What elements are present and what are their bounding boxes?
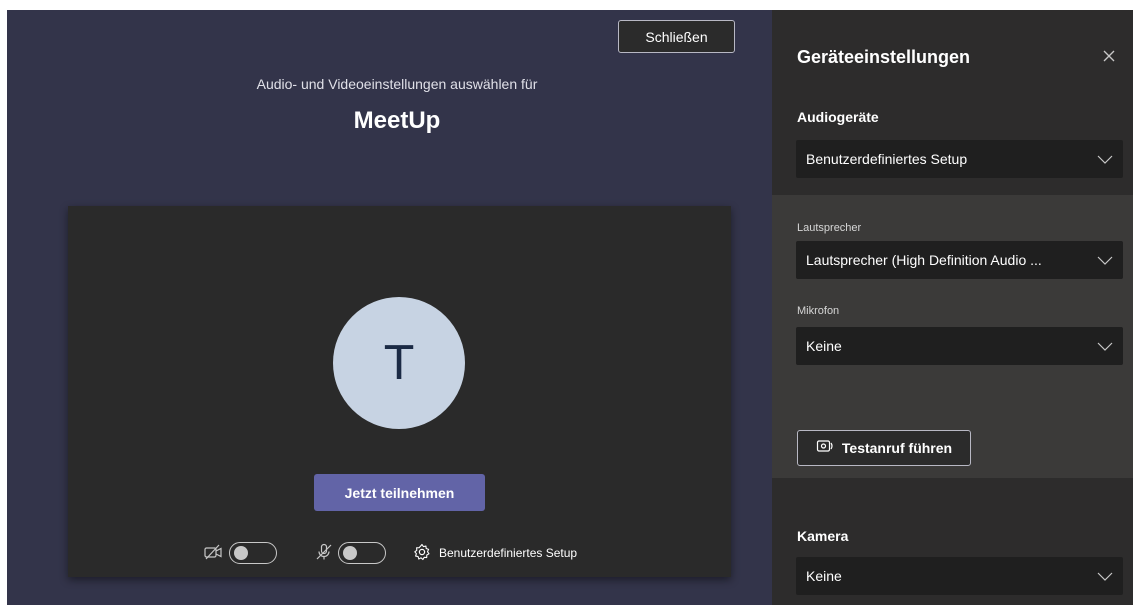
microphone-label: Mikrofon [797, 305, 840, 317]
audio-devices-value: Benutzerdefiniertes Setup [806, 151, 968, 167]
test-call-icon [816, 439, 834, 458]
chevron-down-icon [1097, 339, 1113, 353]
microphone-value: Keine [806, 338, 842, 354]
app-window: Schließen Audio- und Videoeinstellungen … [7, 10, 1133, 605]
microphone-dropdown[interactable]: Keine [796, 327, 1123, 365]
chevron-down-icon [1097, 569, 1113, 583]
camera-off-icon [203, 542, 223, 562]
test-call-label: Testanruf führen [841, 440, 953, 456]
close-button[interactable]: Schließen [618, 20, 735, 53]
panel-title: Geräteeinstellungen [797, 47, 971, 67]
mic-off-icon [314, 542, 334, 562]
chevron-down-icon [1097, 152, 1113, 166]
custom-setup-label: Benutzerdefiniertes Setup [439, 546, 578, 560]
camera-value: Keine [806, 568, 842, 584]
audio-devices-dropdown[interactable]: Benutzerdefiniertes Setup [796, 140, 1123, 178]
gear-icon [413, 543, 431, 564]
camera-dropdown[interactable]: Keine [796, 557, 1123, 595]
meeting-title: MeetUp [353, 107, 441, 134]
test-call-button[interactable]: Testanruf führen [797, 430, 971, 466]
device-settings-panel: Geräteeinstellungen Audiogeräte Benutzer… [772, 10, 1133, 605]
audio-subpanel: Lautsprecher Lautsprecher (High Definiti… [772, 195, 1133, 478]
speaker-dropdown[interactable]: Lautsprecher (High Definition Audio ... [796, 241, 1123, 279]
speaker-value: Lautsprecher (High Definition Audio ... [806, 252, 1042, 268]
prejoin-area: Schließen Audio- und Videoeinstellungen … [7, 10, 772, 605]
custom-setup-link[interactable]: Benutzerdefiniertes Setup [413, 541, 577, 565]
chevron-down-icon [1097, 253, 1113, 267]
join-now-button[interactable]: Jetzt teilnehmen [314, 474, 485, 511]
audio-devices-label: Audiogeräte [797, 109, 879, 125]
camera-label: Kamera [797, 528, 849, 544]
speaker-label: Lautsprecher [797, 222, 862, 234]
camera-toggle[interactable] [229, 542, 277, 564]
prejoin-subtitle: Audio- und Videoeinstellungen auswählen … [256, 76, 538, 92]
device-controls: Benutzerdefiniertes Setup [68, 540, 731, 564]
video-preview: T Jetzt teilnehmen Benutzerdefiniertes S… [68, 206, 731, 577]
close-icon[interactable] [1097, 44, 1121, 68]
mic-toggle[interactable] [338, 542, 386, 564]
avatar: T [333, 297, 465, 429]
